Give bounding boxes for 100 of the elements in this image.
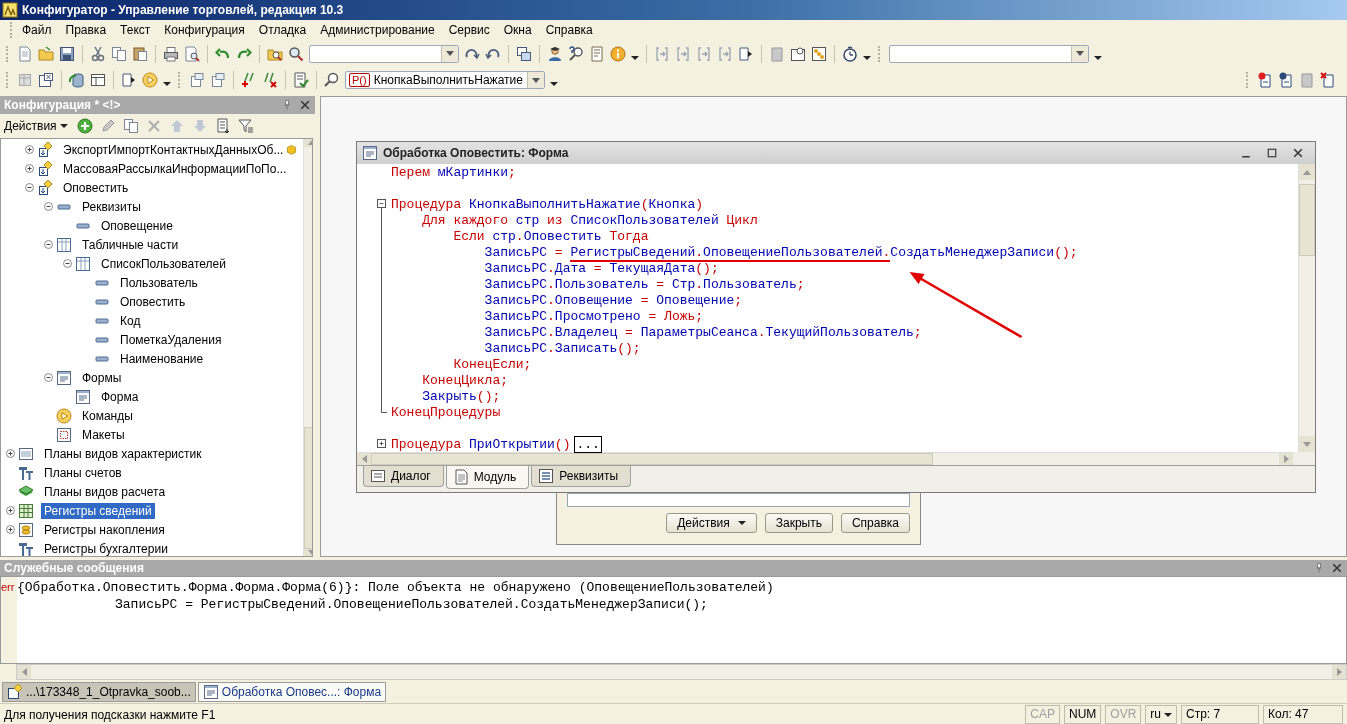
expand-toggle-icon[interactable] [24,145,34,154]
collapse-toggle-icon[interactable] [24,183,34,192]
procedure-search-icon[interactable] [324,72,340,88]
editor-tab[interactable]: Модуль [445,466,530,489]
message-detail[interactable]: ЗаписьРС = РегистрыСведений.ОповещениеПользователей.СоздатьМенеджерЗаписи(); [115,597,708,612]
search-icon[interactable] [288,45,304,62]
dropdown-caret-icon[interactable] [863,55,871,60]
expand-toggle-icon[interactable] [5,525,15,534]
message-text[interactable]: {Обработка.Оповестить.Форма.Форма.Форма(6)}: Поле объекта не обнаружено (ОповещениеПользователей) [17,580,774,595]
comment-remove-icon[interactable] [262,72,278,88]
window-tab[interactable]: Обработка Оповес...: Форма [197,681,387,702]
help-search-icon[interactable] [568,45,584,62]
dropdown-caret-icon[interactable] [163,82,171,86]
breakpoint-icon[interactable] [1257,72,1273,88]
actions-button[interactable]: Действия [666,513,757,533]
add-icon[interactable] [76,118,93,134]
menu-item[interactable]: Текст [114,22,157,38]
form-button[interactable]: Закрыть [764,513,833,533]
vertical-scrollbar[interactable] [1298,164,1315,452]
tree-item[interactable]: Команды [79,407,136,424]
close-icon[interactable] [299,99,311,111]
tree-item[interactable]: Регистры сведений [41,502,155,519]
tree-item[interactable]: Планы счетов [41,464,125,481]
menu-item[interactable]: Окна [497,22,538,38]
tree-item[interactable]: Табличные части [79,236,182,253]
close-icon[interactable] [1331,562,1343,574]
table-window-icon[interactable] [90,72,106,88]
tree-item[interactable]: МассоваяРассылкаИнформацииПоПо... [60,160,290,177]
tree-item[interactable]: Код [117,312,144,329]
input-field[interactable] [567,493,910,507]
editor-tab[interactable]: Реквизиты [531,466,632,487]
document-delete-icon[interactable] [1320,72,1336,88]
checklist-icon[interactable] [293,72,309,88]
collapse-toggle-icon[interactable] [43,240,53,249]
tree-item[interactable]: Планы видов расчета [41,483,169,500]
document-search-icon[interactable] [790,45,806,62]
tree-item[interactable]: Формы [79,369,125,386]
horizontal-scrollbar[interactable] [357,452,1293,465]
pages-icon[interactable] [210,72,226,88]
collapse-toggle-icon[interactable] [377,199,386,208]
print-icon[interactable] [163,45,179,62]
tree-item[interactable]: Реквизиты [79,198,144,215]
editor-tab[interactable]: Диалог [363,466,444,487]
menu-item[interactable]: Правка [59,22,113,38]
document-arrow-icon[interactable] [738,45,754,62]
copy-icon[interactable] [122,118,139,134]
expand-toggle-icon[interactable] [5,506,15,515]
tree-item[interactable]: Пользователь [117,274,201,291]
tree-item[interactable]: Планы видов характеристик [41,445,205,462]
comment-add-icon[interactable] [241,72,257,88]
tree-item[interactable]: СписокПользователей [98,255,229,272]
menu-item[interactable]: Справка [539,22,599,38]
dropdown-caret-icon[interactable] [550,82,558,86]
filter-icon[interactable] [237,118,254,134]
tree-item[interactable]: Регистры накопления [41,521,168,538]
collapse-toggle-icon[interactable] [62,259,72,268]
menu-item[interactable]: Администрирование [314,22,441,38]
cut-icon[interactable] [90,45,106,62]
print-preview-icon[interactable] [184,45,200,62]
menu-item[interactable]: Файл [16,22,58,38]
chain-icon[interactable] [811,45,827,62]
document-arrow-icon[interactable] [121,72,137,88]
language-selector[interactable]: ru [1145,705,1177,724]
tree-item[interactable]: Форма [98,388,142,405]
menu-item[interactable]: Сервис [442,22,496,38]
info-icon[interactable] [610,45,626,62]
tree-item[interactable]: Макеты [79,426,128,443]
expand-toggle-icon[interactable] [377,439,386,448]
tree-item[interactable]: Оповещение [98,217,176,234]
save-icon[interactable] [59,45,75,62]
tree-item[interactable]: ЭкспортИмпортКонтактныхДанныхОб... [60,141,287,158]
tree-item[interactable]: Оповестить [117,293,189,310]
dropdown-caret-icon[interactable] [1094,55,1102,60]
paste-icon[interactable] [132,45,148,62]
collapse-toggle-icon[interactable] [43,202,53,211]
tree-item[interactable]: Наименование [117,350,207,367]
dropdown-caret-icon[interactable] [631,55,639,60]
tree-item[interactable]: Оповестить [60,179,132,196]
window-tab[interactable]: ...\173348_1_Otpravka_soob... [2,681,196,702]
tree-item[interactable]: Регистры бухгалтерии [41,540,171,556]
database-icon[interactable] [69,72,85,88]
list-icon[interactable] [214,118,231,134]
play-icon[interactable] [142,72,158,88]
tree-item[interactable]: ПометкаУдаления [117,331,225,348]
form-button[interactable]: Справка [840,513,910,533]
actions-menu[interactable]: Действия [2,118,70,134]
menu-item[interactable]: Отладка [252,22,313,38]
maximize-icon[interactable] [1266,147,1278,159]
menu-item[interactable]: Конфигурация [158,22,251,38]
expand-toggle-icon[interactable] [5,449,15,458]
close-page-icon[interactable] [38,72,54,88]
horizontal-scrollbar[interactable] [16,664,1347,680]
windows-icon[interactable] [516,45,532,62]
person-icon[interactable] [547,45,563,62]
expand-toggle-icon[interactable] [24,164,34,173]
stopwatch-icon[interactable] [842,45,858,62]
combo-field[interactable] [889,44,1089,63]
pages-icon[interactable] [189,72,205,88]
close-icon[interactable] [1292,147,1304,159]
document-help-icon[interactable] [1278,72,1294,88]
